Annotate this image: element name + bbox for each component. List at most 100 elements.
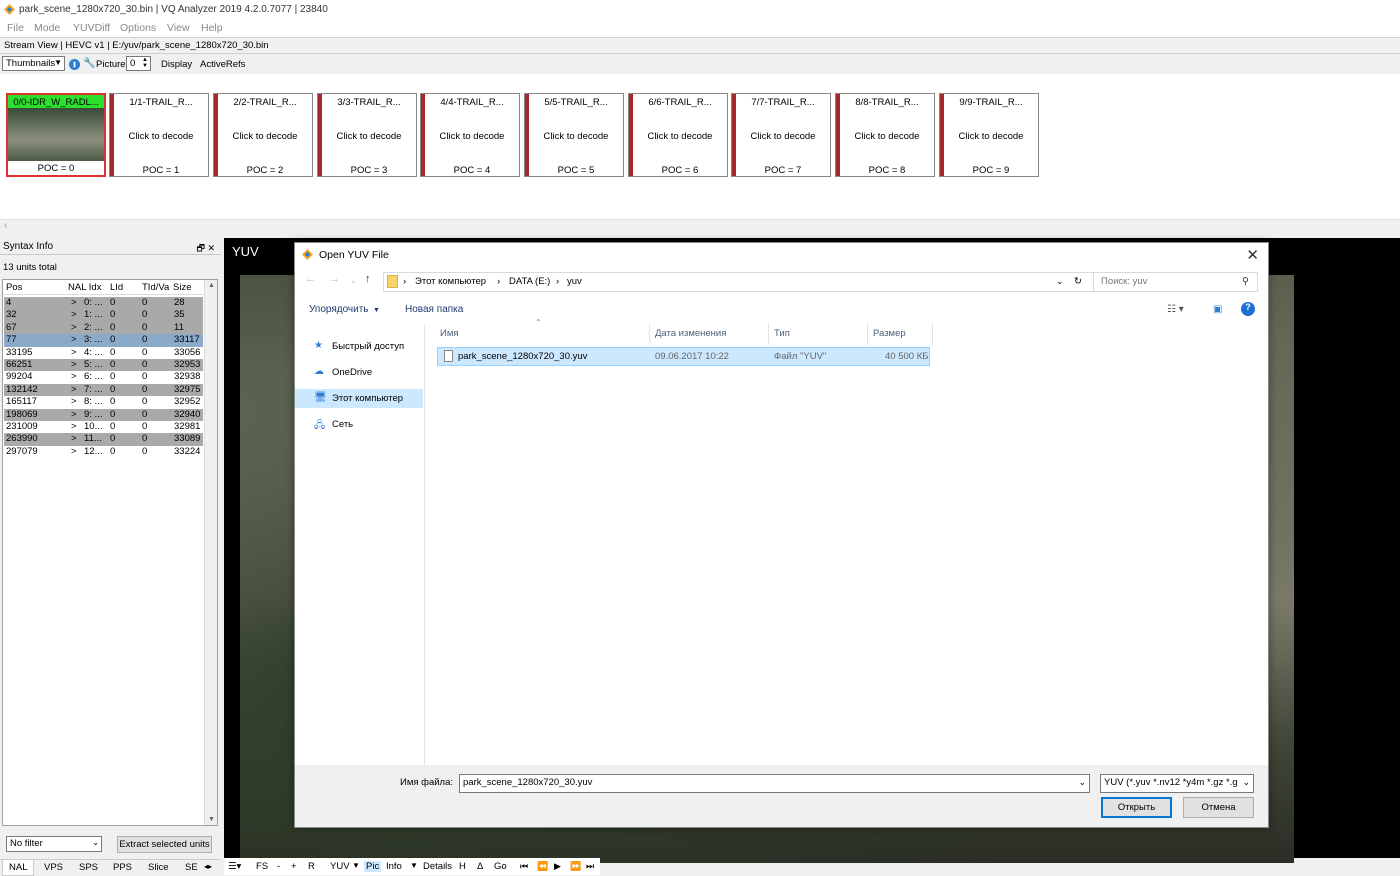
table-row[interactable]: 33195 > 4: ... 0 0 33056	[4, 347, 203, 359]
last-frame-icon[interactable]: ⏭	[586, 861, 594, 872]
expand-chevron-icon[interactable]: >	[71, 409, 77, 420]
open-button[interactable]: Открыть	[1101, 797, 1172, 818]
info-icon[interactable]	[69, 59, 80, 70]
thumbnail-9[interactable]: 9/9-TRAIL_R... Click to decode POC = 9	[939, 93, 1039, 177]
info-button[interactable]: Info	[386, 861, 402, 872]
view-options-icon[interactable]: ☷ ▾	[1167, 304, 1184, 315]
expand-chevron-icon[interactable]: >	[71, 396, 77, 407]
table-row[interactable]: 67 > 2: ... 0 0 11	[4, 321, 203, 335]
table-row[interactable]: 77 > 3: ... 0 0 33117	[4, 334, 203, 347]
prev-frame-icon[interactable]: ⏪	[537, 861, 548, 872]
picture-stepper[interactable]: 0 ▲ ▼	[126, 56, 151, 71]
tab-slice[interactable]: Slice	[148, 862, 169, 873]
preview-pane-icon[interactable]: ▣	[1213, 304, 1222, 315]
expand-chevron-icon[interactable]: >	[71, 322, 77, 333]
expand-chevron-icon[interactable]: >	[71, 359, 77, 370]
menu-yuvdiff[interactable]: YUVDiff	[73, 22, 110, 34]
wrench-icon[interactable]: 🔧	[83, 58, 95, 69]
chevron-left-icon[interactable]: ‹	[4, 220, 7, 231]
nav-quick-access[interactable]: ★ Быстрый доступ	[295, 337, 423, 356]
col-size[interactable]: Size	[173, 282, 191, 293]
col-pos[interactable]: Pos	[6, 282, 22, 293]
expand-chevron-icon[interactable]: >	[71, 334, 77, 345]
pic-button[interactable]: Pic	[364, 861, 382, 872]
chevron-up-icon[interactable]: ▲	[208, 282, 215, 289]
thumbnail-5[interactable]: 5/5-TRAIL_R... Click to decode POC = 5	[524, 93, 624, 177]
thumbnail-1[interactable]: 1/1-TRAIL_R... Click to decode POC = 1	[109, 93, 209, 177]
breadcrumb-this-pc[interactable]: Этот компьютер	[415, 276, 486, 287]
file-row[interactable]: park_scene_1280x720_30.yuv 09.06.2017 10…	[437, 347, 930, 366]
new-folder-button[interactable]: Новая папка	[405, 304, 463, 315]
reset-button[interactable]: R	[308, 861, 315, 872]
expand-chevron-icon[interactable]: >	[71, 371, 77, 382]
nav-onedrive[interactable]: ☁ OneDrive	[295, 363, 423, 382]
chevron-down-icon[interactable]: ▼	[208, 816, 215, 823]
tab-pps[interactable]: PPS	[113, 862, 132, 873]
breadcrumb-yuv[interactable]: yuv	[567, 276, 582, 287]
expand-chevron-icon[interactable]: >	[71, 433, 77, 444]
menu-mode[interactable]: Mode	[34, 22, 60, 34]
thumbnail-6[interactable]: 6/6-TRAIL_R... Click to decode POC = 6	[628, 93, 728, 177]
thumbnail-3[interactable]: 3/3-TRAIL_R... Click to decode POC = 3	[317, 93, 417, 177]
table-row[interactable]: 66251 > 5: ... 0 0 32953	[4, 359, 203, 372]
zoom-in-button[interactable]: +	[291, 861, 297, 872]
thumbnail-scrollbar[interactable]: ‹	[0, 219, 1400, 233]
chevron-down-icon[interactable]: ▼	[410, 861, 418, 870]
tab-vps[interactable]: VPS	[44, 862, 63, 873]
extract-selected-button[interactable]: Extract selected units	[117, 836, 212, 853]
view-mode-select[interactable]: Thumbnails ▼	[2, 56, 65, 71]
table-row[interactable]: 165117 > 8: ... 0 0 32952	[4, 396, 203, 408]
nav-network[interactable]: 🖧 Сеть	[295, 415, 423, 434]
filetype-select[interactable]: YUV (*.yuv *.nv12 *y4m *.gz *.g ⌄	[1100, 774, 1254, 793]
table-row[interactable]: 297079 > 12... 0 0 33224	[4, 446, 203, 458]
tab-sei[interactable]: SE	[185, 862, 198, 873]
chevron-down-icon[interactable]: ⌄	[1056, 276, 1064, 287]
table-row[interactable]: 132142 > 7: ... 0 0 32975	[4, 383, 203, 397]
play-icon[interactable]: ▶	[554, 861, 561, 872]
forward-arrow-icon[interactable]: →	[329, 273, 340, 285]
file-list[interactable]: ⌃ Имя Дата изменения Тип Размер park_sce…	[435, 318, 1255, 763]
table-scrollbar[interactable]: ▲ ▼	[204, 280, 217, 825]
yuv-mode-button[interactable]: YUV	[330, 861, 350, 872]
menu-view[interactable]: View	[167, 22, 190, 34]
col-size[interactable]: Размер	[868, 323, 933, 345]
up-arrow-icon[interactable]: ↑	[365, 273, 371, 285]
filename-input[interactable]: park_scene_1280x720_30.yuv ⌄	[459, 774, 1090, 793]
help-icon[interactable]: ?	[1241, 302, 1255, 316]
histogram-button[interactable]: H	[459, 861, 466, 872]
thumbnail-4[interactable]: 4/4-TRAIL_R... Click to decode POC = 4	[420, 93, 520, 177]
chevron-down-icon[interactable]: ▼	[373, 307, 380, 314]
chevron-down-icon[interactable]: ⌄	[1078, 777, 1086, 788]
col-name[interactable]: Имя	[435, 323, 650, 345]
close-icon[interactable]: ✕	[1246, 246, 1259, 264]
refresh-icon[interactable]: ↻	[1074, 276, 1082, 287]
go-button[interactable]: Go	[494, 861, 507, 872]
thumbnail-7[interactable]: 7/7-TRAIL_R... Click to decode POC = 7	[731, 93, 831, 177]
thumbnail-8[interactable]: 8/8-TRAIL_R... Click to decode POC = 8	[835, 93, 935, 177]
fullscreen-button[interactable]: FS	[256, 861, 268, 872]
display-button[interactable]: Display	[161, 59, 192, 70]
breadcrumb-drive[interactable]: DATA (E:)	[509, 276, 550, 287]
col-type[interactable]: Тип	[769, 323, 868, 345]
tab-scroll-arrows-icon[interactable]: ◂▸	[204, 862, 212, 871]
active-refs-button[interactable]: ActiveRefs	[200, 59, 245, 70]
expand-chevron-icon[interactable]: >	[71, 347, 77, 358]
col-nal-idx[interactable]: NAL Idx	[68, 282, 101, 293]
menu-help[interactable]: Help	[201, 22, 223, 34]
expand-chevron-icon[interactable]: >	[71, 297, 77, 308]
organize-button[interactable]: Упорядочить	[309, 304, 369, 315]
nal-units-table[interactable]: Pos NAL Idx LId TId/Va Size 4 > 0: ... 0…	[2, 279, 218, 826]
expand-chevron-icon[interactable]: >	[71, 446, 77, 457]
table-row[interactable]: 231009 > 10... 0 0 32981	[4, 421, 203, 433]
search-input[interactable]: Поиск: yuv	[1101, 276, 1147, 287]
chevron-down-icon[interactable]: ⌄	[350, 276, 357, 285]
chevron-down-icon[interactable]: ▼	[352, 861, 360, 870]
table-row[interactable]: 263990 > 11... 0 0 33089	[4, 433, 203, 446]
address-bar[interactable]: › Этот компьютер › DATA (E:) › yuv ⌄ ↻	[383, 272, 1094, 292]
details-button[interactable]: Details	[423, 861, 452, 872]
panel-float-close-icon[interactable]: 🗗 ✕	[197, 241, 216, 257]
delta-button[interactable]: Δ	[477, 861, 483, 872]
stepper-icon[interactable]: ▲ ▼	[142, 57, 148, 69]
hamburger-menu-icon[interactable]: ☰▾	[228, 861, 241, 872]
tab-nal[interactable]: NAL	[2, 860, 35, 876]
